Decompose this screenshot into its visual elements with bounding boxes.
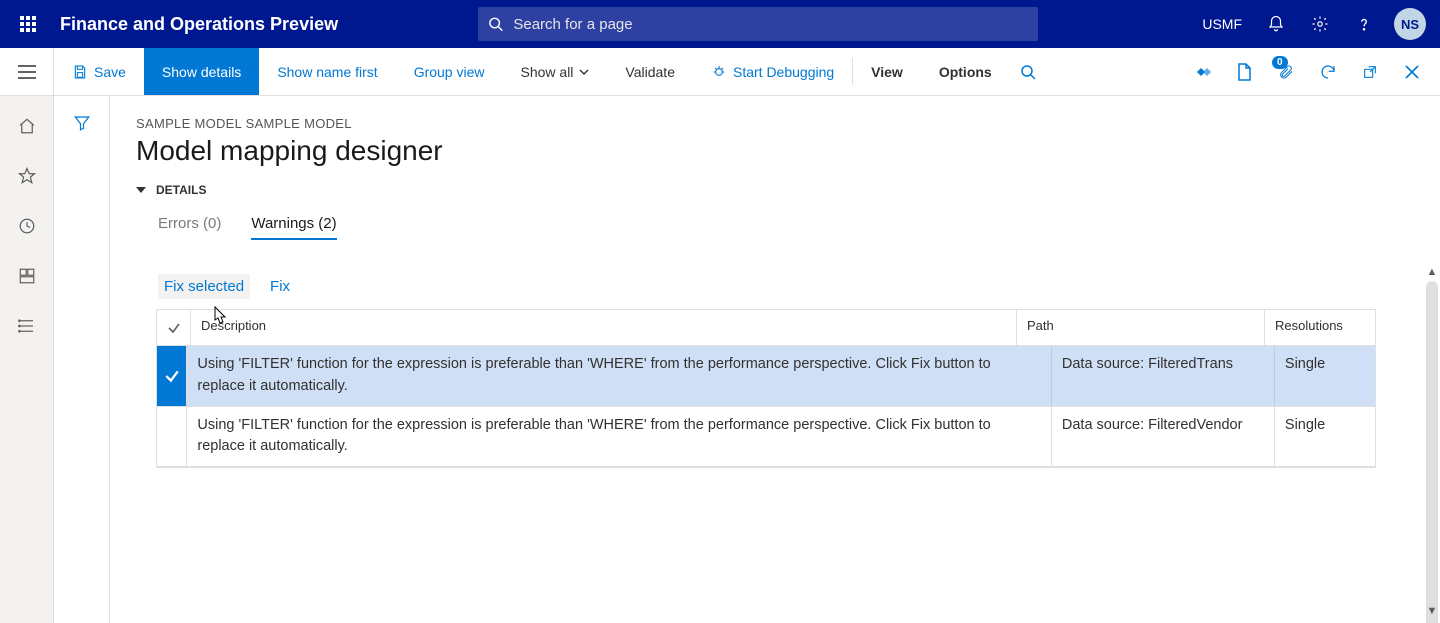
settings-icon[interactable] bbox=[1300, 0, 1340, 48]
scroll-up-arrow[interactable]: ▲ bbox=[1424, 264, 1440, 280]
action-bar-right: 0 bbox=[1184, 48, 1440, 95]
col-resolutions[interactable]: Resolutions bbox=[1265, 310, 1375, 345]
check-icon bbox=[164, 368, 180, 384]
content-area: SAMPLE MODEL SAMPLE MODEL Model mapping … bbox=[110, 96, 1440, 623]
product-title: Finance and Operations Preview bbox=[48, 14, 338, 35]
open-office-button[interactable] bbox=[1226, 48, 1262, 96]
show-name-first-button[interactable]: Show name first bbox=[259, 48, 395, 95]
bug-icon bbox=[711, 64, 727, 80]
tab-errors[interactable]: Errors (0) bbox=[158, 215, 221, 240]
help-icon[interactable] bbox=[1344, 0, 1384, 48]
cell-resolutions: Single bbox=[1275, 407, 1375, 467]
user-avatar[interactable]: NS bbox=[1394, 8, 1426, 40]
table-row[interactable]: Using 'FILTER' function for the expressi… bbox=[157, 346, 1375, 407]
modules-nav-icon[interactable] bbox=[7, 314, 47, 338]
attachments-badge: 0 bbox=[1272, 56, 1288, 69]
recent-nav-icon[interactable] bbox=[7, 214, 47, 238]
find-button[interactable] bbox=[1010, 48, 1046, 96]
scroll-down-arrow[interactable]: ▼ bbox=[1424, 603, 1440, 619]
popout-button[interactable] bbox=[1352, 48, 1388, 96]
grid-actions: Fix selected Fix bbox=[136, 274, 1416, 299]
collapse-triangle-icon bbox=[136, 187, 146, 193]
cell-description: Using 'FILTER' function for the expressi… bbox=[187, 407, 1052, 467]
warnings-grid: Description Path Resolutions Using 'FILT… bbox=[156, 309, 1376, 468]
select-all-header[interactable] bbox=[157, 310, 191, 345]
search-container bbox=[478, 7, 1038, 41]
vertical-scrollbar[interactable] bbox=[1426, 281, 1438, 623]
chevron-down-icon bbox=[579, 67, 589, 77]
page-title: Model mapping designer bbox=[136, 135, 1416, 167]
start-debugging-button[interactable]: Start Debugging bbox=[693, 48, 852, 95]
refresh-button[interactable] bbox=[1310, 48, 1346, 96]
show-details-button[interactable]: Show details bbox=[144, 48, 259, 95]
fix-link[interactable]: Fix bbox=[264, 274, 296, 299]
attachments-button[interactable]: 0 bbox=[1268, 48, 1304, 96]
col-description[interactable]: Description bbox=[191, 310, 1017, 345]
details-section-toggle[interactable]: DETAILS bbox=[136, 183, 206, 197]
grid-header: Description Path Resolutions bbox=[157, 310, 1375, 346]
home-nav-icon[interactable] bbox=[7, 114, 47, 138]
cell-resolutions: Single bbox=[1275, 346, 1375, 406]
popout-icon bbox=[1362, 64, 1378, 80]
options-menu[interactable]: Options bbox=[921, 48, 1010, 95]
search-box[interactable] bbox=[478, 7, 1038, 41]
workspaces-nav-icon[interactable] bbox=[7, 264, 47, 288]
cell-path: Data source: FilteredTrans bbox=[1052, 346, 1275, 406]
validate-button[interactable]: Validate bbox=[607, 48, 693, 95]
diamond-icon bbox=[1193, 65, 1211, 79]
filter-icon[interactable] bbox=[73, 114, 91, 623]
header-right: USMF NS bbox=[1192, 0, 1432, 48]
left-nav-rail bbox=[0, 96, 54, 623]
col-path[interactable]: Path bbox=[1017, 310, 1265, 345]
close-icon bbox=[1405, 65, 1419, 79]
table-row[interactable]: Using 'FILTER' function for the expressi… bbox=[157, 407, 1375, 468]
check-icon bbox=[167, 321, 181, 335]
related-info-button[interactable] bbox=[1184, 48, 1220, 96]
details-tabs: Errors (0) Warnings (2) bbox=[136, 215, 1416, 240]
favorites-nav-icon[interactable] bbox=[7, 164, 47, 188]
company-picker[interactable]: USMF bbox=[1192, 16, 1252, 32]
show-all-dropdown[interactable]: Show all bbox=[503, 48, 608, 95]
document-icon bbox=[1236, 63, 1252, 81]
search-input[interactable] bbox=[513, 16, 1028, 33]
search-icon bbox=[488, 16, 503, 32]
app-launcher-icon[interactable] bbox=[8, 0, 48, 48]
details-label: DETAILS bbox=[156, 183, 206, 197]
nav-toggle-button[interactable] bbox=[0, 48, 54, 95]
filter-pane bbox=[54, 96, 110, 623]
save-icon bbox=[72, 64, 88, 80]
save-label: Save bbox=[94, 64, 126, 80]
fix-selected-link[interactable]: Fix selected bbox=[158, 274, 250, 299]
global-header: Finance and Operations Preview USMF NS bbox=[0, 0, 1440, 48]
cell-path: Data source: FilteredVendor bbox=[1052, 407, 1275, 467]
group-view-button[interactable]: Group view bbox=[396, 48, 503, 95]
close-button[interactable] bbox=[1394, 48, 1430, 96]
view-menu[interactable]: View bbox=[853, 48, 921, 95]
cell-description: Using 'FILTER' function for the expressi… bbox=[187, 346, 1052, 406]
tab-warnings[interactable]: Warnings (2) bbox=[251, 215, 336, 240]
refresh-icon bbox=[1319, 63, 1337, 81]
breadcrumb: SAMPLE MODEL SAMPLE MODEL bbox=[136, 116, 1416, 131]
action-bar: Save Show details Show name first Group … bbox=[0, 48, 1440, 96]
row-select[interactable] bbox=[157, 407, 187, 467]
notifications-icon[interactable] bbox=[1256, 0, 1296, 48]
save-button[interactable]: Save bbox=[54, 48, 144, 95]
row-select[interactable] bbox=[157, 346, 187, 406]
